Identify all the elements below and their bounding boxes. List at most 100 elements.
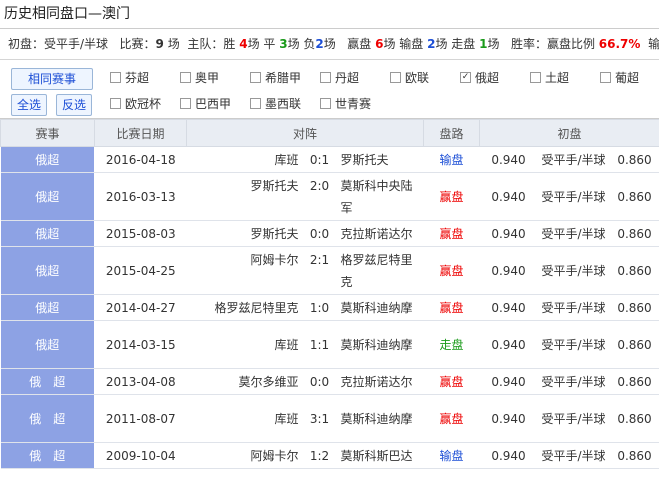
checkbox-icon[interactable] — [250, 72, 261, 83]
league-cell[interactable]: 俄超 — [0, 220, 95, 247]
home-team[interactable]: 库班 — [191, 334, 298, 356]
checkbox-icon[interactable] — [250, 98, 261, 109]
home-team[interactable]: 格罗兹尼特里克 — [191, 297, 298, 319]
handicap-cell: 受平手/半球 — [537, 246, 610, 295]
home-team[interactable]: 莫尔多维亚 — [191, 371, 298, 393]
league-checkbox[interactable]: 欧冠杯 — [110, 94, 161, 114]
select-all-button[interactable]: 全选 — [11, 94, 47, 116]
lose-unit: 场 — [323, 37, 336, 51]
league-checkbox[interactable]: 希腊甲 — [250, 68, 301, 88]
score: 1:2 — [309, 448, 330, 463]
checkbox-icon[interactable] — [530, 72, 541, 83]
result-cell: 输盘 — [423, 442, 480, 469]
league-cell[interactable]: 俄超 — [0, 172, 95, 221]
same-league-button[interactable]: 相同赛事 — [11, 68, 93, 90]
league-checkbox-checked[interactable]: ✓ 俄超 — [460, 68, 499, 88]
games-label: 比赛： — [119, 37, 156, 51]
checkbox-icon[interactable] — [390, 72, 401, 83]
match-cell: 阿姆卡尔 2:1 格罗兹尼特里克 — [186, 246, 424, 295]
col-match-header: 对阵 — [186, 119, 424, 147]
checkbox-icon[interactable] — [320, 72, 331, 83]
home-team[interactable]: 阿姆卡尔 — [191, 249, 298, 271]
league-cell[interactable]: 俄 超 — [0, 394, 95, 443]
away-team[interactable]: 莫斯科斯巴达 — [341, 445, 421, 467]
league-cell[interactable]: 俄超 — [0, 146, 95, 173]
handicap-cell: 受平手/半球 — [537, 172, 610, 221]
checkbox-icon[interactable] — [110, 72, 121, 83]
ratio-value: 66.7% — [598, 37, 641, 51]
away-odds-cell: 0.860 — [609, 172, 659, 221]
home-odds-cell: 0.940 — [479, 320, 538, 369]
handicap-cell: 受平手/半球 — [537, 368, 610, 395]
score: 3:1 — [309, 411, 330, 426]
col-result-header: 盘路 — [423, 119, 480, 147]
games-count: 9 — [155, 37, 164, 51]
league-checkbox[interactable]: 世青赛 — [320, 94, 371, 114]
checkbox-icon[interactable] — [180, 98, 191, 109]
invert-selection-button[interactable]: 反选 — [56, 94, 92, 116]
date-cell: 2016-03-13 — [94, 172, 187, 221]
home-win-count: 4 — [239, 37, 248, 51]
date-cell: 2015-08-03 — [94, 220, 187, 247]
league-checkbox[interactable]: 土超 — [530, 68, 569, 88]
league-checkbox[interactable]: 丹超 — [320, 68, 359, 88]
league-cell[interactable]: 俄超 — [0, 246, 95, 295]
pan-draw-unit: 场 — [487, 37, 500, 51]
pan-lose-unit: 场 走盘 — [435, 37, 476, 51]
away-team[interactable]: 克拉斯诺达尔 — [341, 371, 421, 393]
away-team[interactable]: 莫斯科迪纳摩 — [341, 297, 421, 319]
home-label: 主队：胜 — [187, 37, 236, 51]
home-odds-cell: 0.940 — [479, 220, 538, 247]
date-cell: 2015-04-25 — [94, 246, 187, 295]
score: 1:1 — [309, 337, 330, 352]
home-team[interactable]: 罗斯托夫 — [191, 175, 298, 197]
match-cell: 罗斯托夫 2:0 莫斯科中央陆军 — [186, 172, 424, 221]
away-team[interactable]: 莫斯科迪纳摩 — [341, 408, 421, 430]
away-odds-cell: 0.860 — [609, 220, 659, 247]
home-team[interactable]: 库班 — [191, 149, 298, 171]
col-league-header: 赛事 — [0, 119, 95, 147]
away-team[interactable]: 格罗兹尼特里克 — [341, 249, 421, 293]
league-checkbox[interactable]: 墨西联 — [250, 94, 301, 114]
league-cell[interactable]: 俄 超 — [0, 442, 95, 469]
league-checkbox[interactable]: 芬超 — [110, 68, 149, 88]
league-cell[interactable]: 俄超 — [0, 320, 95, 369]
league-checkbox[interactable]: 巴西甲 — [180, 94, 231, 114]
away-team[interactable]: 莫斯科迪纳摩 — [341, 334, 421, 356]
home-odds-cell: 0.940 — [479, 368, 538, 395]
away-odds-cell: 0.860 — [609, 294, 659, 321]
league-checkbox[interactable]: 葡超 — [600, 68, 639, 88]
page-title: 历史相同盘口—澳门 — [0, 0, 659, 29]
home-team[interactable]: 罗斯托夫 — [191, 223, 298, 245]
match-cell: 格罗兹尼特里克 1:0 莫斯科迪纳摩 — [186, 294, 424, 321]
checkbox-icon[interactable] — [180, 72, 191, 83]
table-row: 俄超 2014-03-15 库班 1:1 莫斯科迪纳摩 走盘 0.940 受平手/半球 0.86… — [0, 320, 659, 369]
table-row: 俄 超 2013-04-08 莫尔多维亚 0:0 克拉斯诺达尔 赢盘 0.940 受平手/半球… — [0, 368, 659, 395]
home-team[interactable]: 库班 — [191, 408, 298, 430]
checkbox-icon[interactable] — [110, 98, 121, 109]
league-cell[interactable]: 俄 超 — [0, 368, 95, 395]
away-team[interactable]: 克拉斯诺达尔 — [341, 223, 421, 245]
date-cell: 2014-04-27 — [94, 294, 187, 321]
checkbox-icon[interactable] — [600, 72, 611, 83]
league-checkbox[interactable]: 奥甲 — [180, 68, 219, 88]
home-odds-cell: 0.940 — [479, 146, 538, 173]
away-team[interactable]: 罗斯托夫 — [341, 149, 421, 171]
result-cell: 走盘 — [423, 320, 480, 369]
history-table: 赛事 比赛日期 对阵 盘路 初盘 俄超 2016-04-18 库班 0:1 罗斯托夫 输盘… — [0, 119, 659, 469]
league-cell[interactable]: 俄超 — [0, 294, 95, 321]
away-odds-cell: 0.860 — [609, 320, 659, 369]
score: 0:0 — [309, 226, 330, 241]
away-odds-cell: 0.860 — [609, 442, 659, 469]
handicap-cell: 受平手/半球 — [537, 146, 610, 173]
result-cell: 赢盘 — [423, 394, 480, 443]
table-row: 俄超 2015-04-25 阿姆卡尔 2:1 格罗兹尼特里克 赢盘 0.940 受平手/半球 0… — [0, 246, 659, 295]
away-team[interactable]: 莫斯科中央陆军 — [341, 175, 421, 219]
league-checkbox[interactable]: 欧联 — [390, 68, 429, 88]
col-date-header: 比赛日期 — [94, 119, 187, 147]
checkbox-checked-icon[interactable]: ✓ — [460, 72, 471, 83]
home-team[interactable]: 阿姆卡尔 — [191, 445, 298, 467]
checkbox-icon[interactable] — [320, 98, 331, 109]
match-cell: 库班 1:1 莫斯科迪纳摩 — [186, 320, 424, 369]
ratio-label: 胜率：赢盘比例 — [510, 37, 595, 51]
